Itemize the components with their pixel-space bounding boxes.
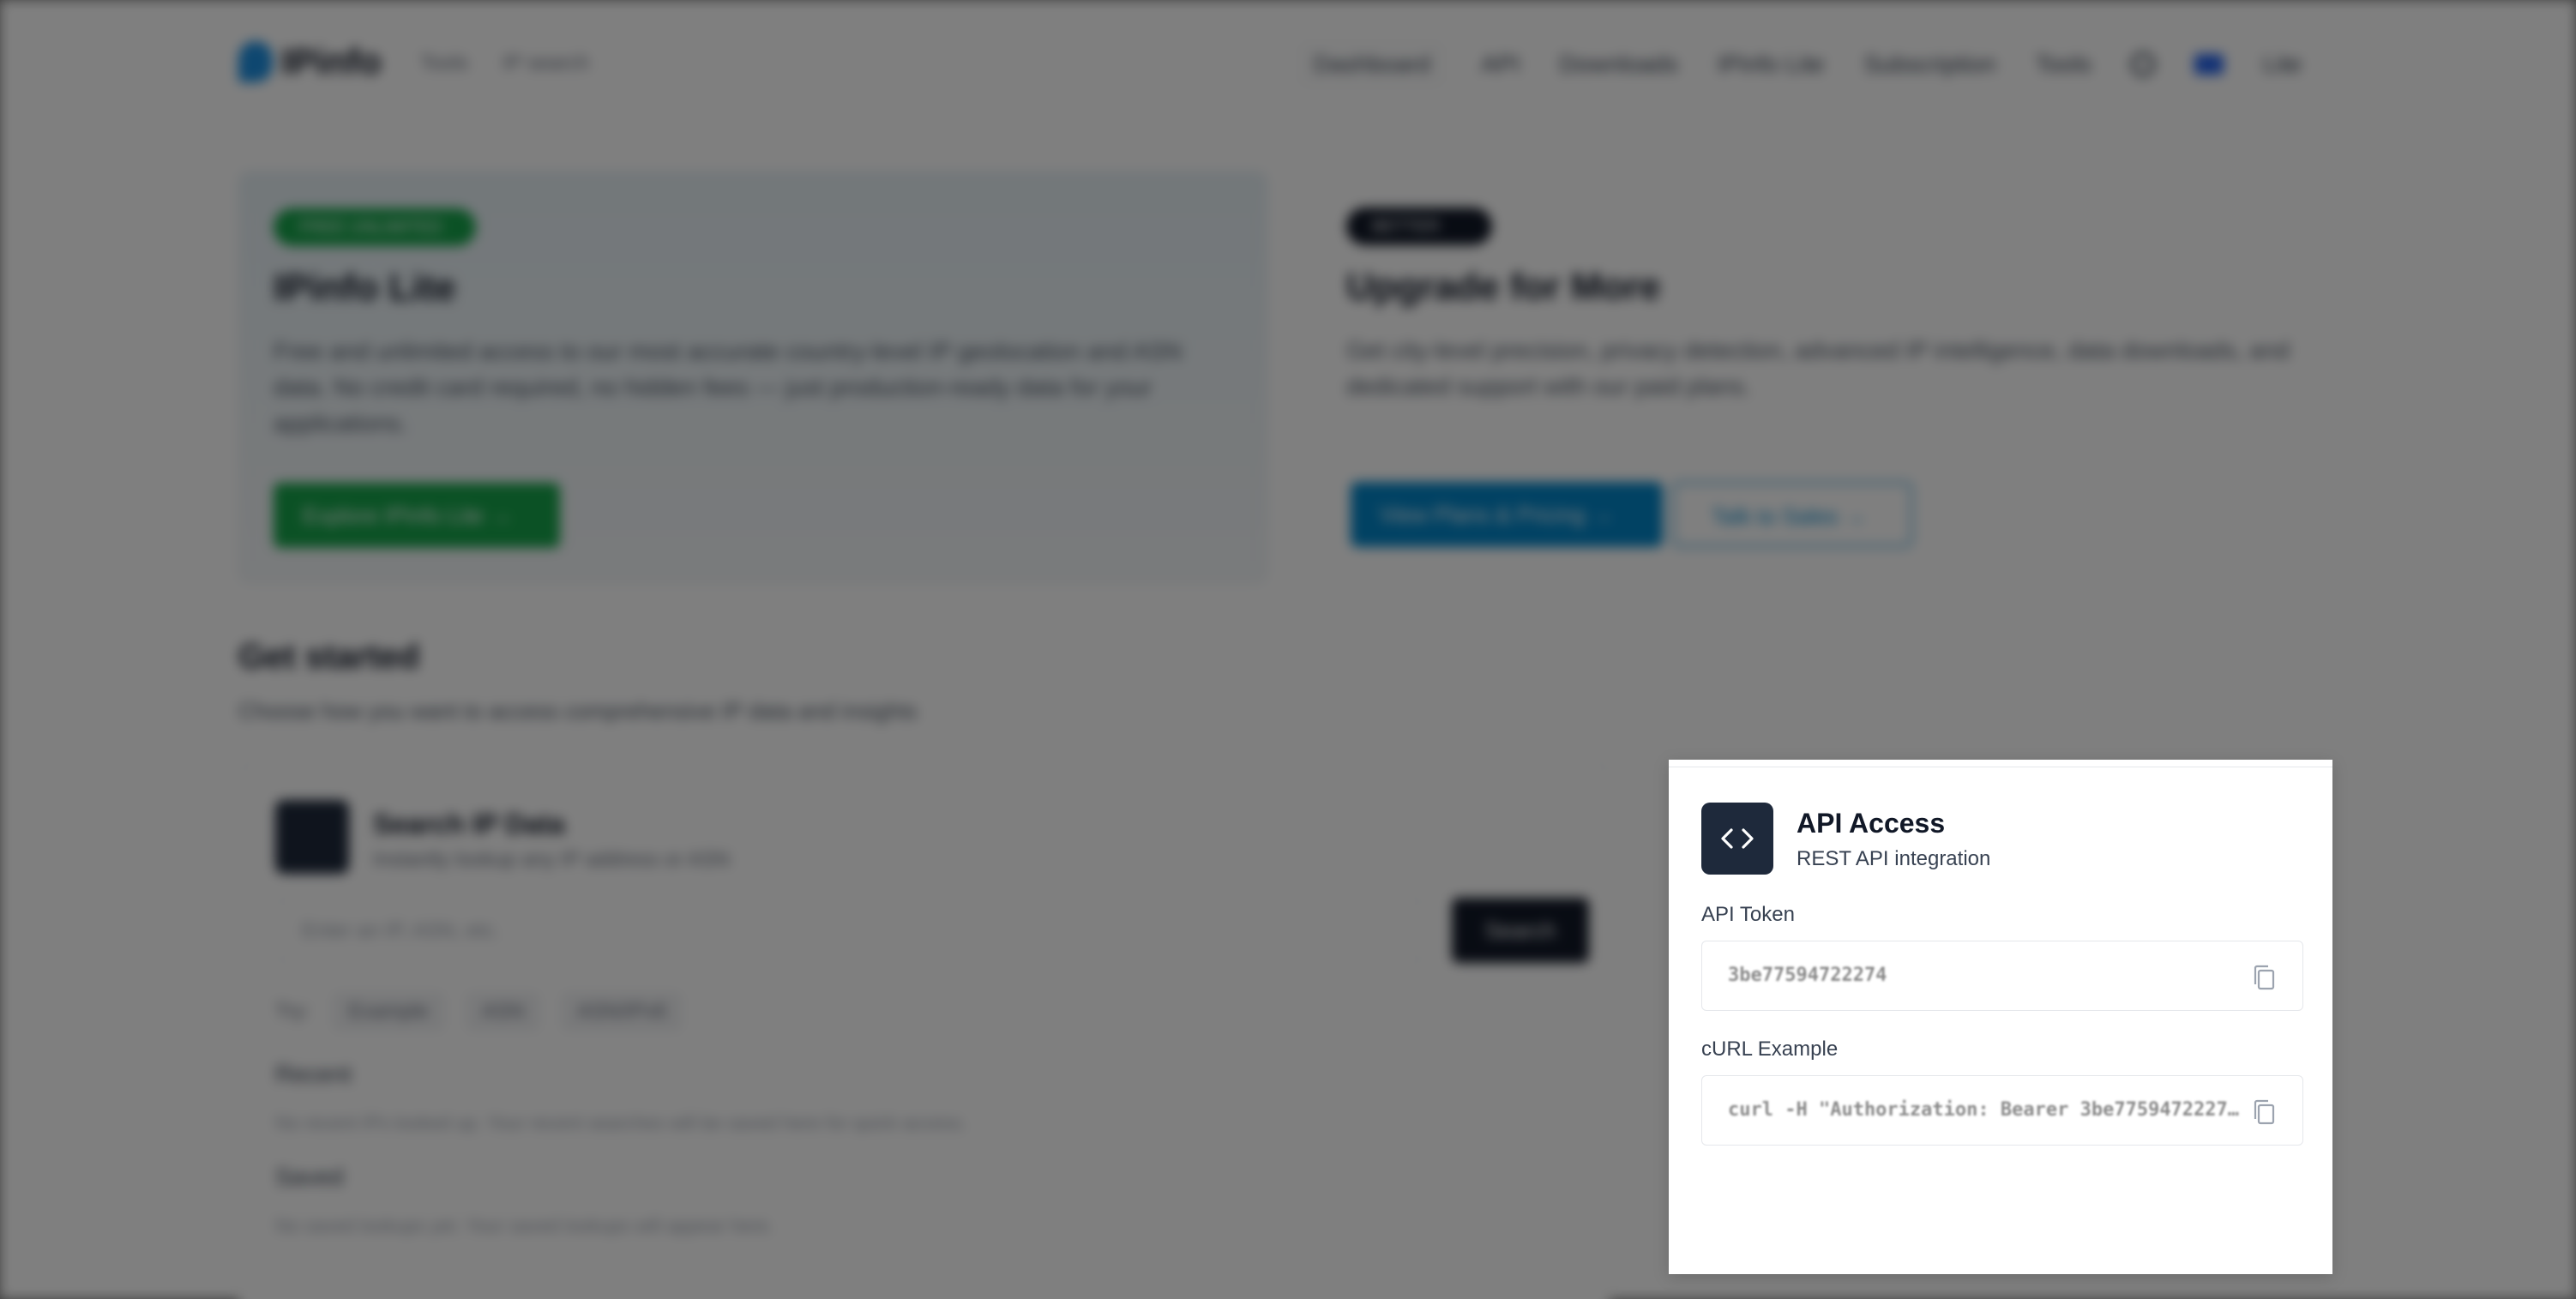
- api-access-card: API Access REST API integration API Toke…: [1669, 760, 2332, 1274]
- api-access-title: API Access: [1797, 808, 1946, 839]
- api-token-value[interactable]: 3be77594722274: [1728, 941, 2242, 1010]
- curl-example-value[interactable]: curl -H "Authorization: Bearer 3be775947…: [1728, 1076, 2242, 1145]
- copy-icon[interactable]: [2251, 964, 2277, 991]
- api-access-subtitle: REST API integration: [1797, 847, 1991, 870]
- copy-icon[interactable]: [2251, 1098, 2277, 1126]
- curl-example-label: cURL Example: [1701, 1037, 1839, 1061]
- curl-example-field[interactable]: curl -H "Authorization: Bearer 3be775947…: [1701, 1075, 2303, 1146]
- api-token-field[interactable]: 3be77594722274: [1701, 941, 2303, 1011]
- api-token-label: API Token: [1701, 903, 1795, 926]
- code-icon: [1701, 803, 1773, 875]
